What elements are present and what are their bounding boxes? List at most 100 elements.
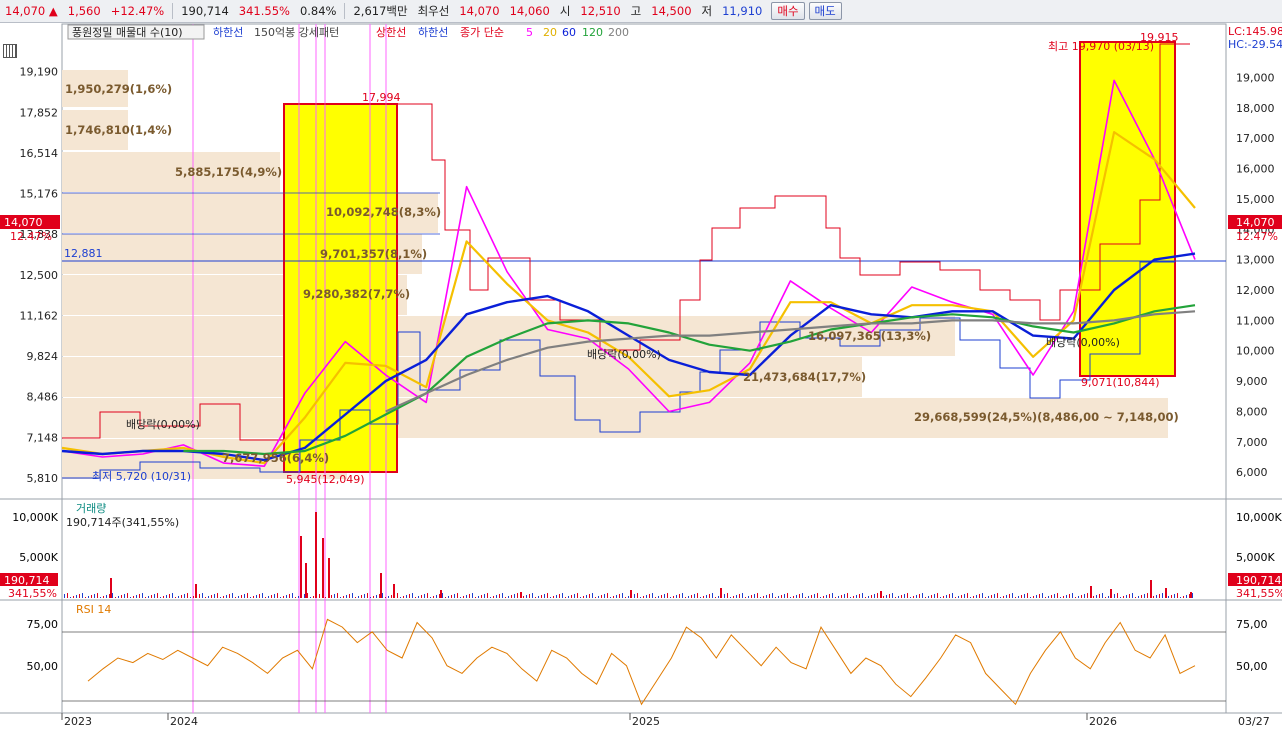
volume-bar [652,593,653,598]
sell-button[interactable]: 매도 [808,2,842,20]
volume-bar [403,596,404,598]
volume-bar [787,593,788,598]
volume-bar [733,596,734,598]
trade-amount: 2,617백만 [353,4,408,18]
y-tick-label-right: 15,000 [1236,193,1275,206]
volume-bar [448,596,449,598]
volume-bar [1123,596,1124,598]
volume-bar [952,593,953,598]
volume-bar [1048,596,1049,598]
volume-bar [565,597,566,598]
rsi-tick: 75,00 [1236,618,1268,631]
volume-bar [106,595,107,598]
volume-bar [1036,595,1037,598]
volume-bar [400,597,401,598]
y-tick-label-right: 17,000 [1236,132,1275,145]
volume-bar [1000,597,1001,598]
volume-bar [610,597,611,598]
volume-bar [91,595,92,598]
volume-bar [661,595,662,598]
volume-bar [205,597,206,598]
y-tick-label-right: 19,000 [1236,71,1275,84]
bid-price: 14,060 [509,4,550,18]
volume-bar [805,597,806,598]
volume-bar [421,595,422,598]
volume-bar [949,594,950,598]
volume-bar [868,596,869,598]
volume-bar [736,595,737,598]
volume-bar [865,597,866,598]
volume-bar [484,594,485,598]
volume-bar [574,594,575,598]
volume-bar [667,593,668,598]
volume-bar [1102,593,1103,598]
volume-bar [1110,589,1112,598]
volume-bar [70,597,71,598]
legend-ma20: 20 [543,26,557,39]
volume-bar [256,595,257,598]
y-tick-label-right: 12,000 [1236,284,1275,297]
profile-label: 5,885,175(4,9%) [175,165,282,179]
volume-bar [784,594,785,598]
volume-bar [1135,597,1136,598]
volume-bar [1006,595,1007,598]
volume-bar [964,594,965,598]
buy-button[interactable]: 매수 [771,2,805,20]
legend-ma60: 60 [562,26,576,39]
volume-bar [475,597,476,598]
volume-bar [124,594,125,598]
volume-bar [796,595,797,598]
hc-label: HC:-29.54 [1228,38,1282,51]
volume-bar [679,594,680,598]
volume-bar [643,596,644,598]
volume-bar [418,596,419,598]
volume-bar [1015,597,1016,598]
volume-bar [1024,594,1025,598]
volume-bar [523,596,524,598]
volume-bar [1132,593,1133,598]
volume-bar [115,597,116,598]
volume-bar [1162,593,1163,598]
volume-title: 거래량 [76,502,106,515]
volume-bar [799,594,800,598]
volume-bar [940,597,941,598]
volume-bar [391,595,392,598]
volume-bar [163,596,164,598]
volume-bar [517,593,518,598]
volume-bar [907,593,908,598]
volume-bar [238,596,239,598]
volume-bar [502,593,503,598]
volume-bars [64,512,1193,598]
volume-bar [349,594,350,598]
profile-label: 1,746,810(1,4%) [65,123,172,137]
volume-bar [181,595,182,598]
volume-bar [175,597,176,598]
x-tick-label: 2026 [1089,715,1117,728]
volume-bar [838,596,839,598]
volume-bar [1138,596,1139,598]
volume-bar [991,595,992,598]
y-tick-label: 16,514 [20,147,59,160]
volume-bar [352,593,353,598]
volume-bar [1129,594,1130,598]
low-label: 저 [701,4,713,18]
volume-bar [637,593,638,598]
x-tick-label: 2024 [170,715,198,728]
volume-bar [739,594,740,598]
y-tick-label: 15,176 [20,188,59,201]
volume-bar [853,596,854,598]
volume-bar [313,596,314,598]
volume-bar [193,596,194,598]
volume-bar [628,596,629,598]
y-tick-label-right: 7,000 [1236,436,1268,449]
highlight-box-2026 [1079,41,1176,377]
volume-bar [1183,596,1184,598]
volume-bar [367,593,368,598]
volume-bar [1156,595,1157,598]
profile-label: 21,473,684(17,7%) [743,370,866,384]
volume-bar [577,593,578,598]
volume-bar [910,597,911,598]
ask-label: 최우선 [417,4,450,18]
volume-bar [1090,586,1092,598]
volume-bar [385,597,386,598]
